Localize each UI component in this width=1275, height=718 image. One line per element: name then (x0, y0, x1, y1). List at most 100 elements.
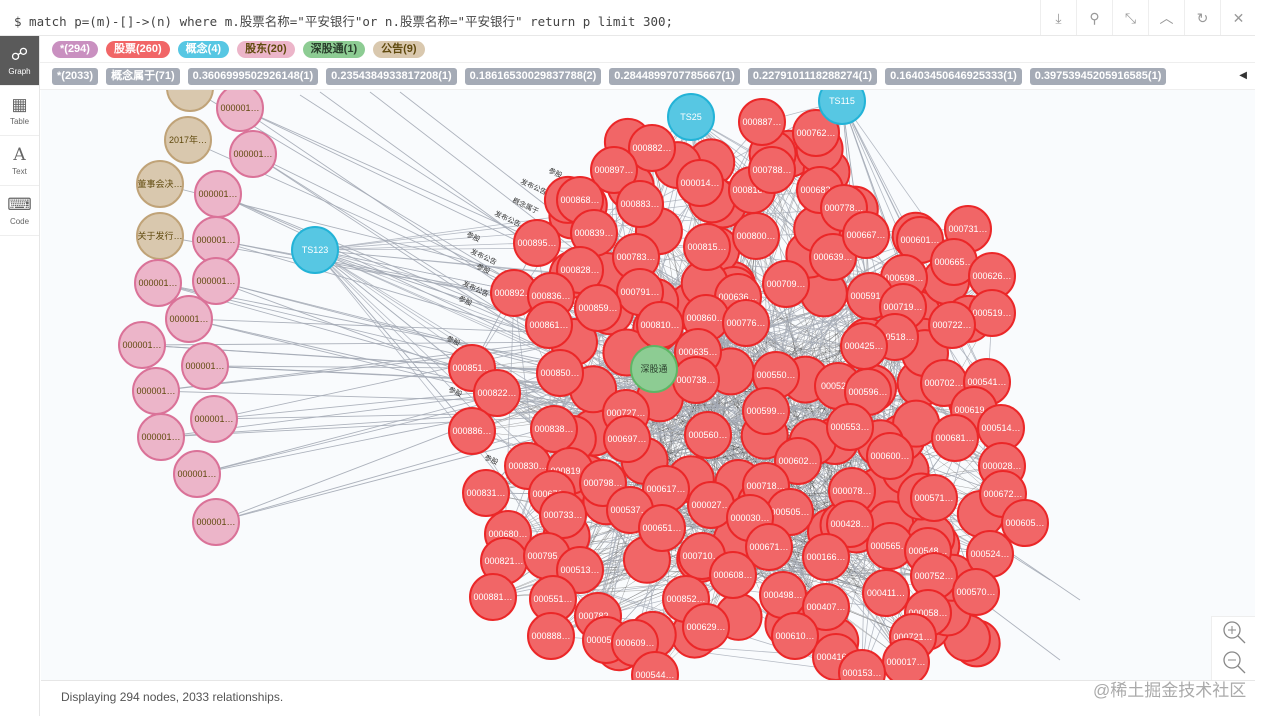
notice-node[interactable]: 关于发行… (136, 212, 184, 260)
collapse-arrow-icon[interactable]: ◀ (1239, 70, 1247, 81)
node-label-pill[interactable]: 公告(9) (373, 40, 425, 58)
graph-canvas[interactable]: 参股 发布公告 概念属于 发布公告 参股 发布公告 参股 发布公告 参股 参股 参股 参股 2017年…… (41, 90, 1255, 680)
stock-node[interactable]: 000815… (683, 223, 731, 271)
node-label-pill[interactable]: 股东(20) (237, 40, 295, 58)
holder-node[interactable]: 000001… (194, 170, 242, 218)
stock-node[interactable]: 000681… (931, 414, 979, 462)
stock-node[interactable]: 000800… (732, 212, 780, 260)
stock-node[interactable]: 000571… (910, 474, 958, 522)
relationship-type-tag[interactable]: 0.18616530029837788(2) (464, 67, 602, 85)
node-label-pill[interactable]: 概念(4) (177, 40, 230, 58)
relationship-type-tag[interactable]: 0.2279101118288274(1) (747, 67, 878, 85)
collapse-icon[interactable]: ⤡ (1112, 0, 1148, 36)
zoom-out-button[interactable] (1212, 647, 1255, 677)
stock-node[interactable]: 000608… (709, 551, 757, 599)
node-label-pill[interactable]: *(294) (52, 40, 98, 58)
node-label-pill[interactable]: 深股通(1) (302, 40, 366, 58)
stock-node[interactable]: 000014… (676, 159, 724, 207)
holder-node[interactable]: 000001… (132, 367, 180, 415)
relationship-type-tag[interactable]: 0.16403450646925333(1) (885, 67, 1022, 85)
notice-node[interactable] (166, 90, 214, 112)
refresh-icon[interactable]: ↻ (1184, 0, 1220, 36)
stock-node[interactable]: 000861… (525, 301, 573, 349)
stock-node[interactable]: 000166… (802, 533, 850, 581)
stock-node-caption: 000886… (452, 426, 491, 436)
sgt-node[interactable]: 深股通 (630, 345, 678, 393)
node-label-pill[interactable]: 股票(260) (105, 40, 170, 58)
relationship-type-tag[interactable]: 0.2354384933817208(1) (326, 67, 457, 85)
concept-node[interactable]: TS25 (667, 93, 715, 141)
holder-node[interactable]: 000001… (192, 498, 240, 546)
stock-node[interactable]: 000859… (574, 284, 622, 332)
relationship-type-tag[interactable]: 0.2844899707785667(1) (609, 67, 740, 85)
holder-node[interactable]: 000001… (165, 295, 213, 343)
relationship-type-tag[interactable]: 概念属于(71) (106, 67, 180, 85)
stock-node[interactable]: 000888… (527, 612, 575, 660)
notice-node[interactable]: 董事会决… (136, 160, 184, 208)
stock-node-caption: 000778… (824, 203, 863, 213)
holder-node-caption: 000001… (169, 314, 208, 324)
stock-node[interactable]: 000017… (882, 638, 930, 680)
relationship-type-tag[interactable]: *(2033) (52, 67, 99, 85)
download-icon[interactable]: ⤓ (1040, 0, 1076, 36)
holder-node[interactable]: 000001… (216, 90, 264, 132)
stock-node[interactable]: 000887… (738, 98, 786, 146)
stock-node[interactable]: 000605… (1001, 499, 1049, 547)
holder-node[interactable]: 000001… (190, 395, 238, 443)
stock-node[interactable]: 000599… (742, 387, 790, 435)
stock-node[interactable]: 000519… (968, 289, 1016, 337)
holder-node[interactable]: 000001… (181, 342, 229, 390)
stock-node[interactable]: 000600… (866, 432, 914, 480)
graph-svg[interactable]: 参股发布公告概念属于发布公告参股发布公告参股发布公告参股参股参股参股2017年…… (41, 90, 1255, 680)
holder-node[interactable]: 000001… (192, 257, 240, 305)
stock-node[interactable]: 000610… (771, 612, 819, 660)
stock-node[interactable]: 000709… (762, 260, 810, 308)
sidebar-item-code[interactable]: ⌨ Code (0, 186, 39, 236)
holder-node[interactable]: 000001… (134, 259, 182, 307)
stock-node[interactable]: 000831… (462, 469, 510, 517)
stock-node[interactable]: 000850… (536, 349, 584, 397)
stock-node[interactable]: 000895… (513, 219, 561, 267)
stock-node[interactable]: 000667… (842, 211, 890, 259)
holder-node[interactable]: 000001… (137, 413, 185, 461)
stock-node[interactable]: 000411… (862, 569, 910, 617)
pin-icon[interactable]: ⚲ (1076, 0, 1112, 36)
query-editor[interactable]: $ match p=(m)-[]->(n) where m.股票名称="平安银行… (0, 0, 1040, 36)
stock-node[interactable]: 000629… (682, 603, 730, 651)
holder-node[interactable]: 000001… (118, 321, 166, 369)
stock-node[interactable]: 000722… (928, 301, 976, 349)
stock-node-caption: 000524… (970, 549, 1009, 559)
stock-node[interactable]: 000738… (672, 356, 720, 404)
notice-node[interactable]: 2017年… (164, 116, 212, 164)
close-icon[interactable]: ✕ (1220, 0, 1256, 36)
stock-node[interactable]: 000570… (952, 568, 1000, 616)
relationship-type-tag[interactable]: 0.3606999502926148(1) (187, 67, 319, 85)
holder-node-caption: 000001… (220, 103, 259, 113)
holder-node[interactable]: 000001… (173, 450, 221, 498)
stock-node[interactable]: 000810… (636, 301, 684, 349)
sidebar-item-graph[interactable]: ☍ Graph (0, 36, 39, 86)
stock-node[interactable]: 000553… (826, 403, 874, 451)
stock-node[interactable]: 000883… (616, 180, 664, 228)
concept-node[interactable]: TS123 (291, 226, 339, 274)
holder-node[interactable]: 000001… (229, 130, 277, 178)
stock-node[interactable]: 000788… (748, 146, 796, 194)
stock-node[interactable]: 000651… (638, 504, 686, 552)
sidebar-item-text[interactable]: A Text (0, 136, 39, 186)
stock-node[interactable]: 000498… (759, 571, 807, 619)
stock-node[interactable]: 000776… (722, 299, 770, 347)
chevron-up-icon[interactable]: ︿ (1148, 0, 1184, 36)
stock-node[interactable]: 000886… (448, 407, 496, 455)
holder-node[interactable]: 000001… (192, 216, 240, 264)
zoom-in-button[interactable] (1212, 617, 1255, 647)
stock-node-caption: 000428… (830, 519, 869, 529)
stock-node[interactable]: 000697… (603, 415, 651, 463)
edge-label: 参股 (445, 334, 461, 348)
stock-node[interactable]: 000425… (840, 322, 888, 370)
stock-node-caption: 000810… (640, 320, 679, 330)
stock-node[interactable]: 000560… (684, 411, 732, 459)
sidebar-item-table[interactable]: ▦ Table (0, 86, 39, 136)
stock-node[interactable]: 000733… (539, 491, 587, 539)
stock-node[interactable]: 000881… (469, 573, 517, 621)
relationship-type-tag[interactable]: 0.39753945205916585(1) (1029, 67, 1167, 85)
